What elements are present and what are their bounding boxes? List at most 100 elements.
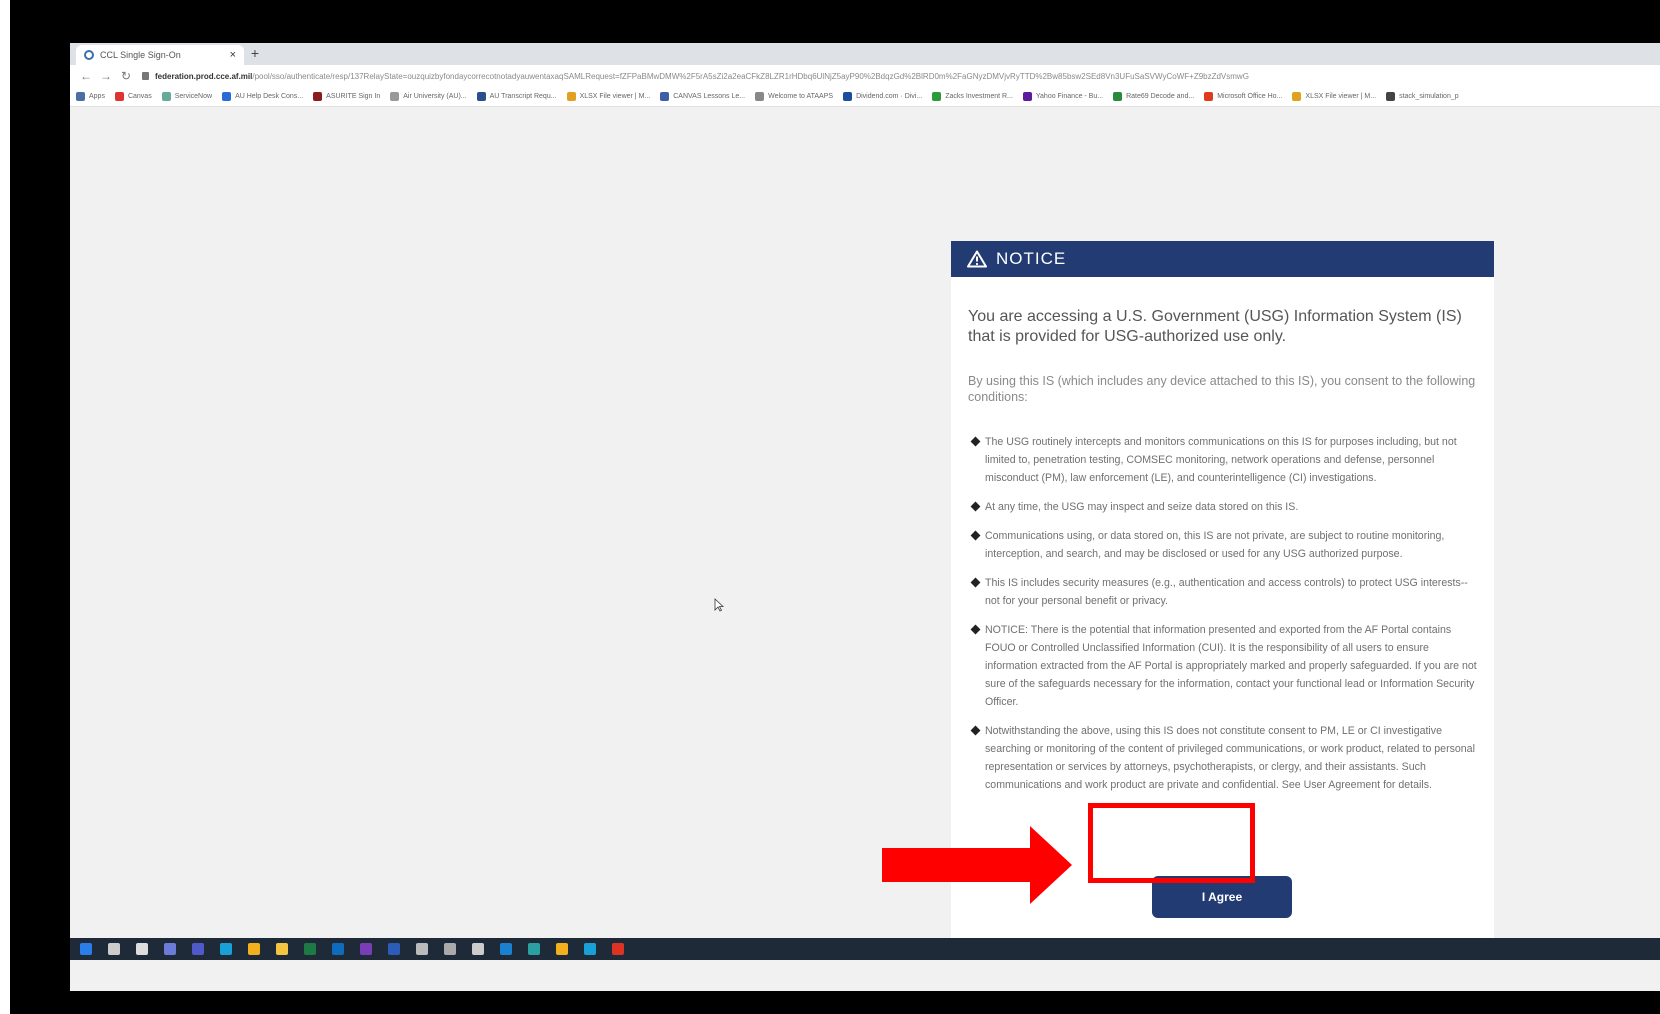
bookmark-favicon-icon [313, 92, 323, 101]
teams-icon[interactable] [192, 943, 204, 955]
bookmark-item[interactable]: ASURITE Sign In [313, 92, 380, 101]
photos-icon[interactable] [528, 943, 540, 955]
bookmark-favicon-icon [1386, 92, 1396, 101]
back-arrow-icon[interactable]: ← [76, 69, 96, 83]
diamond-bullet-icon [970, 725, 981, 736]
bookmark-item[interactable]: Dividend.com · Divi... [843, 92, 922, 101]
chrome-icon[interactable] [556, 943, 568, 955]
red-arrow-icon [882, 826, 1072, 904]
tab-close-icon[interactable]: × [230, 49, 236, 61]
mail-icon[interactable] [500, 943, 512, 955]
bookmark-item[interactable]: Air University (AU)... [390, 92, 467, 101]
bookmark-label: AU Help Desk Cons... [235, 93, 304, 100]
condition-text: Communications using, or data stored on,… [985, 530, 1445, 560]
forward-arrow-icon[interactable]: → [96, 69, 116, 83]
chrome-icon[interactable] [248, 943, 260, 955]
condition-item: Communications using, or data stored on,… [968, 527, 1477, 563]
excel-icon[interactable] [304, 943, 316, 955]
condition-item: Notwithstanding the above, using this IS… [968, 722, 1477, 794]
bookmark-item[interactable]: AU Help Desk Cons... [222, 92, 303, 101]
notepad-icon[interactable] [416, 943, 428, 955]
bookmark-favicon-icon [476, 92, 486, 101]
bookmark-label: Yahoo Finance - Bu... [1035, 93, 1104, 100]
condition-item: This IS includes security measures (e.g.… [968, 574, 1477, 610]
search-icon[interactable] [108, 943, 120, 955]
calculator-icon[interactable] [444, 943, 456, 955]
condition-text: NOTICE: There is the potential that info… [985, 624, 1477, 708]
diamond-bullet-icon [970, 624, 981, 635]
reload-icon[interactable]: ↻ [116, 69, 136, 83]
condition-text: At any time, the USG may inspect and sei… [985, 501, 1299, 513]
mouse-cursor-icon [714, 598, 724, 612]
bookmark-favicon-icon [660, 92, 670, 101]
bookmark-item[interactable]: Zacks Investment R... [932, 92, 1013, 101]
tab-bar: CCL Single Sign-On × + [70, 43, 1660, 65]
condition-text: Notwithstanding the above, using this IS… [985, 725, 1475, 791]
bookmark-item[interactable]: Welcome to ATAAPS [755, 92, 833, 101]
condition-text: This IS includes security measures (e.g.… [985, 577, 1468, 607]
bookmark-label: Apps [89, 93, 105, 100]
bookmark-favicon-icon [566, 92, 576, 101]
bookmark-item[interactable]: XLSX File viewer | M... [566, 92, 651, 101]
bookmark-label: ServiceNow [174, 93, 213, 100]
bookmark-favicon-icon [1113, 92, 1123, 101]
bookmark-label: Air University (AU)... [403, 93, 467, 100]
bookmark-label: Zacks Investment R... [945, 93, 1013, 100]
bookmark-favicon-icon [390, 92, 400, 101]
bookmark-item[interactable]: XLSX File viewer | M... [1292, 92, 1376, 101]
notice-header: NOTICE [951, 241, 1494, 277]
notice-intro-text: By using this IS (which includes any dev… [968, 374, 1476, 404]
bookmark-label: AU Transcript Requ... [489, 93, 557, 100]
url-domain: federation.prod.cce.af.mil [155, 71, 253, 81]
bookmark-item[interactable]: Rate69 Decode and... [1113, 92, 1194, 101]
onenote-icon[interactable] [360, 943, 372, 955]
bookmark-label: XLSX File viewer | M... [1305, 93, 1377, 100]
diamond-bullet-icon [970, 577, 981, 588]
bookmark-item[interactable]: ServiceNow [161, 92, 213, 101]
bookmark-favicon-icon [222, 92, 232, 101]
address-bar[interactable]: federation.prod.cce.af.mil /pool/sso/aut… [142, 68, 1654, 85]
file-explorer-icon[interactable] [276, 943, 288, 955]
bookmark-label: Microsoft Office Ho... [1217, 93, 1283, 100]
diamond-bullet-icon [970, 530, 981, 541]
edge-icon[interactable] [584, 943, 596, 955]
url-path: /pool/sso/authenticate/resp/137RelayStat… [252, 71, 1249, 81]
tab-ccl-single-sign-on[interactable]: CCL Single Sign-On × [76, 45, 244, 65]
browser-window: CCL Single Sign-On × + ← → ↻ federation.… [70, 43, 1660, 991]
bookmark-item[interactable]: Microsoft Office Ho... [1204, 92, 1282, 101]
condition-item: At any time, the USG may inspect and sei… [968, 498, 1477, 516]
lock-icon [142, 72, 149, 80]
bookmark-label: Dividend.com · Divi... [856, 93, 923, 100]
bookmark-label: ASURITE Sign In [326, 93, 381, 100]
diamond-bullet-icon [970, 501, 981, 512]
condition-item: The USG routinely intercepts and monitor… [968, 433, 1477, 487]
notice-body: You are accessing a U.S. Government (USG… [951, 277, 1494, 794]
bookmark-item[interactable]: AU Transcript Requ... [476, 92, 557, 101]
browser-toolbar: ← → ↻ federation.prod.cce.af.mil /pool/s… [70, 65, 1660, 87]
bookmark-label: XLSX File viewer | M... [579, 93, 651, 100]
task-view-icon[interactable] [136, 943, 148, 955]
settings-icon[interactable] [472, 943, 484, 955]
diamond-bullet-icon [970, 436, 981, 447]
bookmark-favicon-icon [76, 92, 85, 101]
bookmark-item[interactable]: Canvas [114, 92, 152, 101]
bookmark-favicon-icon [932, 92, 942, 101]
bookmark-item[interactable]: CANVAS Lessons Le... [660, 92, 745, 101]
windows-taskbar [70, 938, 1660, 960]
notice-title: NOTICE [996, 249, 1067, 268]
chat-icon[interactable] [164, 943, 176, 955]
bookmark-item[interactable]: stack_simulation_p [1386, 92, 1459, 101]
tab-title: CCL Single Sign-On [100, 50, 181, 60]
word-icon[interactable] [388, 943, 400, 955]
outlook-icon[interactable] [332, 943, 344, 955]
conditions-list: The USG routinely intercepts and monitor… [968, 433, 1477, 794]
bookmark-item[interactable]: Apps [76, 92, 105, 101]
bookmark-item[interactable]: Yahoo Finance - Bu... [1022, 92, 1104, 101]
bookmark-favicon-icon [1204, 92, 1214, 101]
bookmark-favicon-icon [755, 92, 765, 101]
edge-icon[interactable] [220, 943, 232, 955]
acrobat-icon[interactable] [612, 943, 624, 955]
page-content: NOTICE You are accessing a U.S. Governme… [70, 108, 1660, 991]
windows-icon[interactable] [80, 943, 92, 955]
new-tab-button[interactable]: + [246, 45, 264, 63]
